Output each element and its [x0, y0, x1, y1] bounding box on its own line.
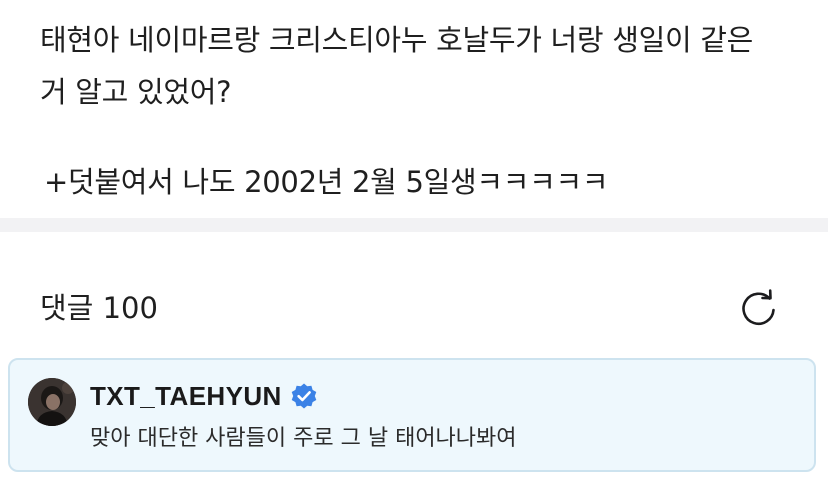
comment-author: TXT_TAEHYUN	[90, 376, 318, 416]
comment-text: 맞아 대단한 사람들이 주로 그 날 태어나나봐여	[90, 426, 517, 451]
post-text-line: 거 알고 있었어?	[40, 75, 232, 109]
post-body: 태현아 네이마르랑 크리스티아누 호날두가 너랑 생일이 같은 거 알고 있었어…	[40, 14, 800, 118]
refresh-button[interactable]	[738, 287, 780, 329]
comment-author-name[interactable]: TXT_TAEHYUN	[90, 381, 282, 412]
post-text-line: 태현아 네이마르랑 크리스티아누 호날두가 너랑 생일이 같은	[40, 23, 754, 57]
verified-badge-icon	[290, 382, 318, 410]
avatar[interactable]	[28, 378, 76, 426]
comment-card[interactable]: TXT_TAEHYUN 맞아 대단한 사람들이 주로 그 날 태어나나봐여	[8, 358, 816, 472]
section-divider	[0, 218, 828, 232]
refresh-icon	[742, 289, 775, 326]
comments-count-label: 댓글 100	[40, 291, 158, 325]
post-addendum: +덧붙여서 나도 2002년 2월 5일생ㅋㅋㅋㅋㅋ	[44, 165, 609, 199]
